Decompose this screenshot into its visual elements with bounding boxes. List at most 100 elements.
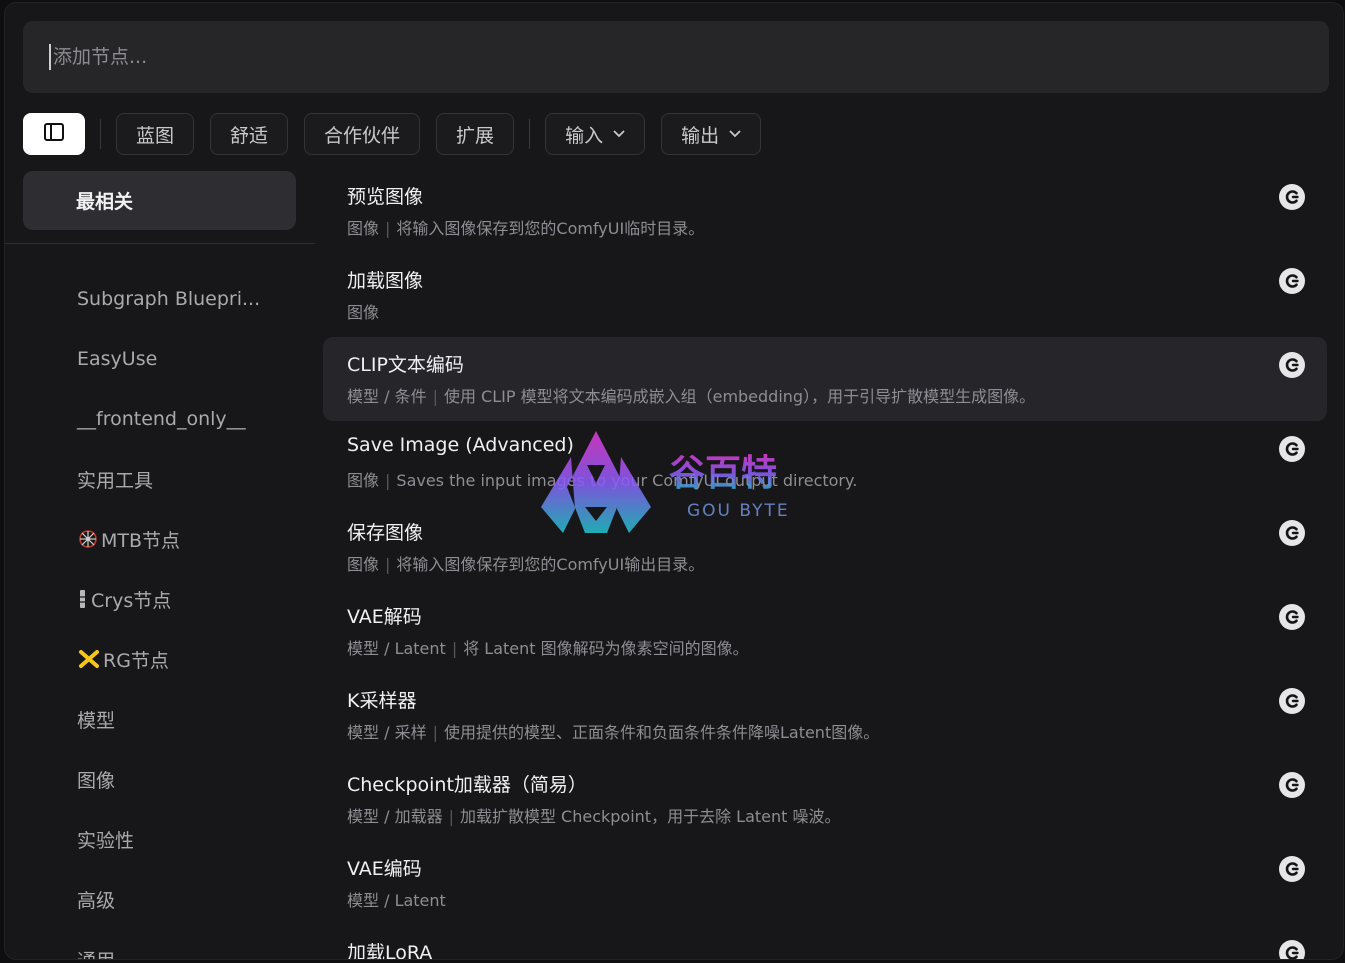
node-result-item[interactable]: K采样器模型 / 采样 | 使用提供的模型、正面条件和负面条件条件降噪Latent图… (323, 673, 1327, 757)
node-result-item[interactable]: Save Image (Advanced) 图像 | Saves the input … (323, 421, 1327, 505)
node-meta: 模型 / Latent | 将 Latent 图像解码为像素空间的图像。 (347, 635, 1327, 659)
node-result-item[interactable]: 加载图像 图像 (323, 253, 1327, 337)
node-result-item[interactable]: VAE解码模型 / Latent | 将 Latent 图像解码为像素空间的图像。 (323, 589, 1327, 673)
node-result-item[interactable]: VAE编码模型 / Latent (323, 841, 1327, 925)
node-meta: 图像 (347, 299, 1327, 323)
sidebar-panel-icon (44, 122, 64, 146)
node-category: 图像 (347, 303, 380, 322)
meta-separator: | (385, 471, 391, 490)
crystal-bar-icon (77, 588, 89, 610)
node-title: 保存图像 (347, 522, 424, 544)
node-search-dialog: 蓝图 舒适 合作伙伴 扩展 输入 输出 最相关 Subgraph Bluepri… (4, 2, 1344, 960)
node-result-item[interactable]: 加载LoRA (323, 925, 1327, 960)
node-meta: 图像 | 将输入图像保存到您的ComfyUI输出目录。 (347, 551, 1327, 575)
filter-divider (100, 119, 101, 149)
node-meta: 模型 / 采样 | 使用提供的模型、正面条件和负面条件条件降噪Latent图像。 (347, 719, 1327, 743)
node-title: 预览图像 (347, 186, 424, 208)
meta-separator: | (432, 723, 438, 742)
category-item[interactable]: 通用 (77, 929, 260, 960)
node-meta: 模型 / 加载器 | 加载扩散模型 Checkpoint，用于去除 Latent 噪… (347, 803, 1327, 827)
input-dropdown-label: 输入 (565, 124, 604, 147)
node-category: 模型 / Latent (347, 891, 446, 910)
node-category: 图像 (347, 555, 380, 574)
node-description: 将输入图像保存到您的ComfyUI临时目录。 (396, 219, 705, 238)
node-meta: 模型 / 条件 | 使用 CLIP 模型将文本编码成嵌入组（embedding），用… (347, 383, 1327, 407)
comfy-logo-icon (1279, 436, 1305, 462)
filter-chip-comfort[interactable]: 舒适 (210, 113, 289, 155)
filter-chip-partner[interactable]: 合作伙伴 (304, 113, 421, 155)
cross-star-icon (77, 648, 101, 670)
comfy-logo-icon (1279, 604, 1305, 630)
output-dropdown-label: 输出 (681, 124, 720, 147)
node-title: Checkpoint加载器（简易） (347, 774, 587, 796)
node-category: 模型 / Latent (347, 639, 446, 658)
filter-bar: 蓝图 舒适 合作伙伴 扩展 输入 输出 (23, 112, 762, 156)
node-meta: 图像 | 将输入图像保存到您的ComfyUI临时目录。 (347, 215, 1327, 239)
category-item[interactable]: RG节点 (77, 629, 260, 689)
category-item[interactable]: 高级 (77, 869, 260, 929)
node-description: 将输入图像保存到您的ComfyUI输出目录。 (396, 555, 705, 574)
node-meta: 图像 | Saves the input images to your ComfyU… (347, 467, 1327, 491)
node-title: 加载图像 (347, 270, 424, 292)
node-title: CLIP文本编码 (347, 354, 464, 376)
category-list: Subgraph Bluepri... EasyUse __frontend_o… (77, 269, 260, 960)
category-item[interactable]: __frontend_only__ (77, 389, 260, 449)
node-category: 模型 / 加载器 (347, 807, 443, 826)
node-meta: 模型 / Latent (347, 887, 1327, 911)
comfy-logo-icon (1279, 856, 1305, 882)
node-category: 模型 / 条件 (347, 387, 427, 406)
node-result-item[interactable]: Checkpoint加载器（简易） 模型 / 加载器 | 加载扩散模型 Checkpo… (323, 757, 1327, 841)
search-input[interactable] (49, 44, 1329, 70)
node-result-item[interactable]: 保存图像图像 | 将输入图像保存到您的ComfyUI输出目录。 (323, 505, 1327, 589)
node-category: 图像 (347, 219, 380, 238)
comfy-logo-icon (1279, 184, 1305, 210)
comfy-logo-icon (1279, 520, 1305, 546)
comfy-logo-icon (1279, 940, 1305, 959)
node-description: 加载扩散模型 Checkpoint，用于去除 Latent 噪波。 (459, 807, 841, 826)
ferris-wheel-icon (77, 528, 99, 550)
node-category: 模型 / 采样 (347, 723, 427, 742)
category-item[interactable]: EasyUse (77, 329, 260, 389)
chevron-down-icon (613, 130, 625, 138)
category-item[interactable]: 实验性 (77, 809, 260, 869)
category-item[interactable]: 图像 (77, 749, 260, 809)
node-title: VAE解码 (347, 606, 422, 628)
input-type-dropdown[interactable]: 输入 (545, 113, 646, 155)
category-most-relevant[interactable]: 最相关 (23, 171, 296, 230)
node-result-item[interactable]: 预览图像图像 | 将输入图像保存到您的ComfyUI临时目录。 (323, 169, 1327, 253)
category-item[interactable]: MTB节点 (77, 509, 260, 569)
meta-separator: | (451, 639, 458, 658)
category-item[interactable]: Crys节点 (77, 569, 260, 629)
category-item[interactable]: 实用工具 (77, 449, 260, 509)
meta-separator: | (385, 219, 391, 238)
meta-separator: | (385, 555, 391, 574)
category-sidebar: 最相关 Subgraph Bluepri... EasyUse __fronte… (5, 171, 315, 960)
node-title: Save Image (Advanced) (347, 434, 574, 456)
chevron-down-icon (729, 130, 741, 138)
meta-separator: | (432, 387, 438, 406)
output-type-dropdown[interactable]: 输出 (661, 113, 762, 155)
filter-chip-extension[interactable]: 扩展 (436, 113, 515, 155)
category-item[interactable]: Subgraph Bluepri... (77, 269, 260, 329)
node-description: Saves the input images to your ComfyUI o… (396, 471, 858, 490)
search-results-list: 预览图像 图像 | 将输入图像保存到您的ComfyUI临时目录。 加载图像 图像 CLIP文… (323, 169, 1327, 960)
meta-separator: | (448, 807, 454, 826)
node-description: 使用 CLIP 模型将文本编码成嵌入组（embedding），用于引导扩散模型生… (443, 387, 1036, 406)
filter-divider (529, 119, 531, 149)
category-item[interactable]: 模型 (77, 689, 260, 749)
comfy-logo-icon (1279, 268, 1305, 294)
comfy-logo-icon (1279, 352, 1305, 378)
node-title: VAE编码 (347, 858, 422, 880)
node-category: 图像 (347, 471, 380, 490)
filter-chip-blueprint[interactable]: 蓝图 (116, 113, 195, 155)
search-box[interactable] (23, 21, 1329, 93)
node-title: K采样器 (347, 690, 417, 712)
node-title: 加载LoRA (347, 942, 433, 960)
node-description: 将 Latent 图像解码为像素空间的图像。 (463, 639, 749, 658)
node-description: 使用提供的模型、正面条件和负面条件条件降噪Latent图像。 (443, 723, 880, 742)
node-result-item[interactable]: CLIP文本编码 模型 / 条件 | 使用 CLIP 模型将文本编码成嵌入组（embe… (323, 337, 1327, 421)
sidebar-toggle-button[interactable] (23, 113, 85, 155)
comfy-logo-icon (1279, 772, 1305, 798)
sidebar-divider (5, 243, 315, 244)
comfy-logo-icon (1279, 688, 1305, 714)
